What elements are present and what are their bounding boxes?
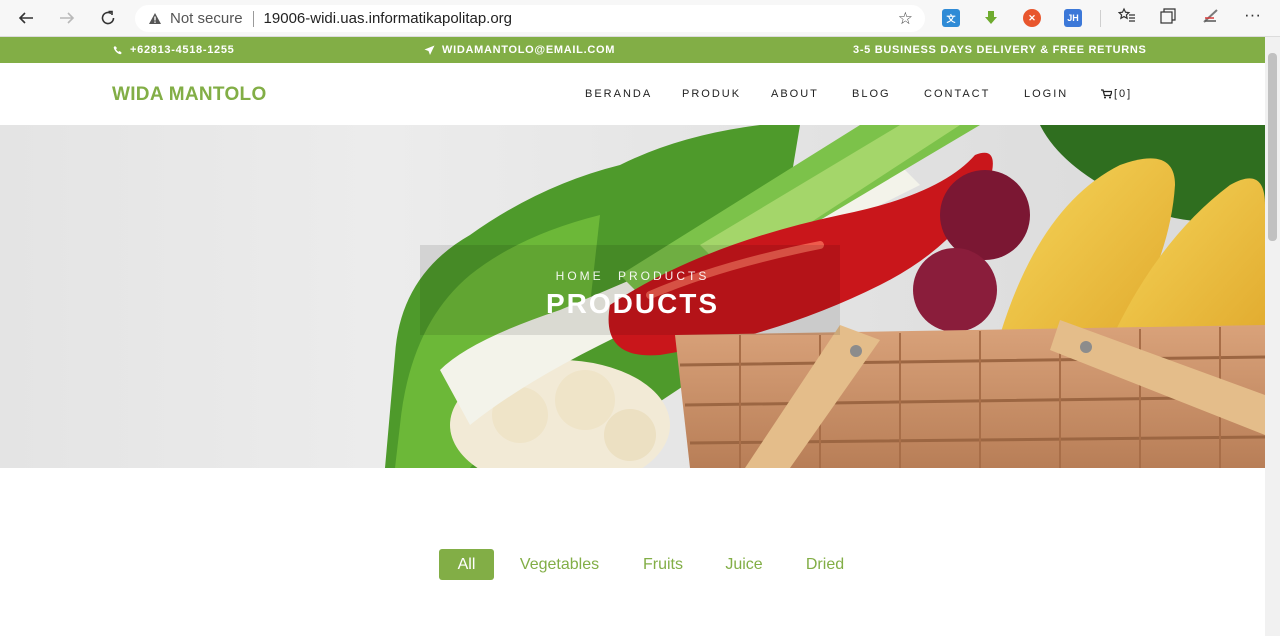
breadcrumb: HOME PRODUCTS — [0, 269, 1265, 283]
jh-extension-icon[interactable]: JH — [1064, 9, 1082, 27]
brand-logo[interactable]: WIDA MANTOLO — [112, 84, 267, 106]
profile-extension-icon[interactable] — [1202, 7, 1220, 30]
cart-button[interactable]: [0] — [1101, 88, 1132, 100]
paper-plane-icon — [424, 45, 435, 55]
favorite-star-icon[interactable]: ☆ — [898, 9, 913, 29]
favorites-icon[interactable] — [1117, 7, 1136, 30]
phone-text: +62813-4518-1255 — [130, 44, 235, 56]
nav-item-blog[interactable]: BLOG — [852, 88, 891, 100]
email-text: WIDAMANTOLO@EMAIL.COM — [442, 44, 616, 56]
site-header: WIDA MANTOLO BERANDA PRODUK ABOUT BLOG C… — [0, 63, 1265, 125]
download-extension-icon[interactable] — [982, 9, 1000, 27]
translate-extension-icon[interactable]: 文 — [942, 9, 960, 27]
toolbar-divider — [1100, 10, 1101, 27]
nav-item-produk[interactable]: PRODUK — [682, 88, 741, 100]
email-contact: WIDAMANTOLO@EMAIL.COM — [424, 44, 615, 56]
back-arrow-icon[interactable] — [8, 0, 44, 37]
nav-item-login[interactable]: LOGIN — [1024, 88, 1068, 100]
address-divider — [252, 10, 254, 27]
nav-item-contact[interactable]: CONTACT — [924, 88, 990, 100]
filter-fruits[interactable]: Fruits — [635, 549, 691, 580]
nav-item-about[interactable]: ABOUT — [771, 88, 819, 100]
reload-icon[interactable] — [90, 0, 126, 37]
page-scrollbar[interactable] — [1265, 37, 1280, 636]
page-title: PRODUCTS — [545, 288, 720, 319]
phone-icon — [113, 46, 122, 55]
url-text[interactable]: 19006-widi.uas.informatikapolitap.org — [264, 10, 512, 27]
address-bar[interactable]: Not secure 19006-widi.uas.informatikapol… — [135, 5, 925, 32]
forward-arrow-icon[interactable] — [49, 0, 85, 37]
filter-juice[interactable]: Juice — [717, 549, 771, 580]
security-label[interactable]: Not secure — [170, 10, 243, 27]
filter-vegetables[interactable]: Vegetables — [510, 549, 609, 580]
breadcrumb-current: PRODUCTS — [618, 269, 710, 283]
phone-contact: +62813-4518-1255 — [113, 44, 234, 56]
breadcrumb-home[interactable]: HOME — [556, 269, 604, 283]
cart-icon — [1101, 89, 1112, 99]
top-info-bar: +62813-4518-1255 WIDAMANTOLO@EMAIL.COM 3… — [0, 37, 1265, 63]
promo-text: 3-5 BUSINESS DAYS DELIVERY & FREE RETURN… — [853, 44, 1147, 56]
hero-banner: HOME PRODUCTS PRODUCTS — [0, 125, 1265, 468]
filter-all[interactable]: All — [439, 549, 494, 580]
delivery-promo: 3-5 BUSINESS DAYS DELIVERY & FREE RETURN… — [853, 44, 1147, 56]
warning-icon — [148, 12, 162, 26]
record-extension-icon[interactable]: ✕ — [1023, 9, 1041, 27]
browser-toolbar: Not secure 19006-widi.uas.informatikapol… — [0, 0, 1280, 37]
category-filters: All Vegetables Fruits Juice Dried — [0, 549, 1265, 580]
collections-icon[interactable] — [1159, 7, 1177, 30]
scrollbar-thumb[interactable] — [1268, 53, 1277, 241]
cart-count: [0] — [1114, 88, 1133, 100]
filter-dried[interactable]: Dried — [797, 549, 853, 580]
more-menu-icon[interactable]: ··· — [1244, 5, 1261, 25]
nav-item-beranda[interactable]: BERANDA — [585, 88, 652, 100]
